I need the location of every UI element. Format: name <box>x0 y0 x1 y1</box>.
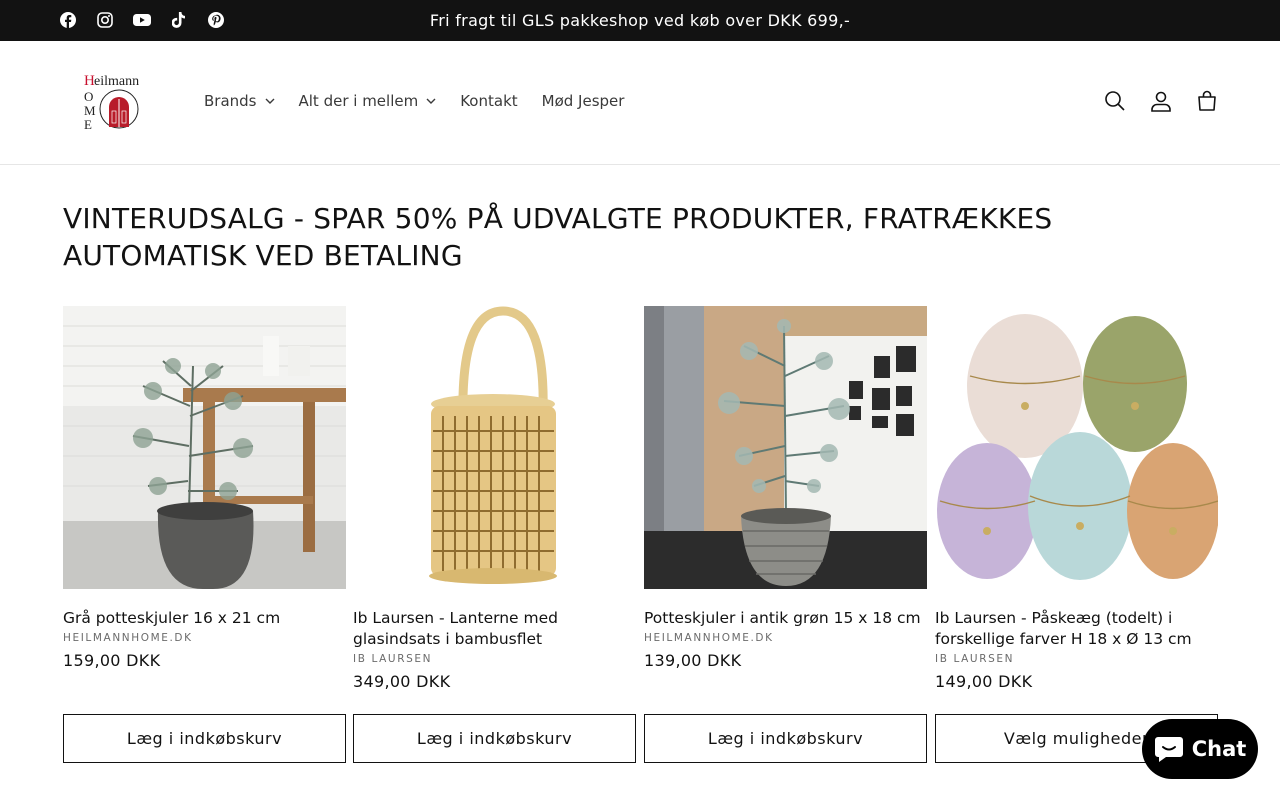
product-vendor: HEILMANNHOME.DK <box>63 632 193 644</box>
nav-item-label: Mød Jesper <box>541 92 625 110</box>
search-icon[interactable] <box>1102 88 1128 114</box>
product-title[interactable]: Potteskjuler i antik grøn 15 x 18 cm <box>644 608 927 629</box>
product-card: Grå potteskjuler 16 x 21 cm HEILMANNHOME… <box>63 306 346 670</box>
svg-text:O: O <box>84 89 93 104</box>
product-price: 149,00 DKK <box>935 672 1033 691</box>
nav-item-alt-der-i-mellem[interactable]: Alt der i mellem <box>299 92 437 110</box>
add-to-cart-button[interactable]: Læg i indkøbskurv <box>353 714 636 763</box>
cart-icon[interactable] <box>1194 88 1220 114</box>
product-price: 159,00 DKK <box>63 651 161 670</box>
product-image[interactable] <box>644 306 927 593</box>
logo[interactable]: H eilmann O M E <box>80 71 152 133</box>
product-title[interactable]: Ib Laursen - Påskeæg (todelt) i forskell… <box>935 608 1218 650</box>
account-icon[interactable] <box>1148 88 1174 114</box>
product-card: Potteskjuler i antik grøn 15 x 18 cm HEI… <box>644 306 927 670</box>
add-to-cart-button[interactable]: Læg i indkøbskurv <box>63 714 346 763</box>
nav-item-mod-jesper[interactable]: Mød Jesper <box>542 92 625 110</box>
nav-item-kontakt[interactable]: Kontakt <box>460 92 517 110</box>
svg-text:E: E <box>84 117 92 132</box>
chat-bubble-icon <box>1154 737 1183 762</box>
product-title[interactable]: Ib Laursen - Lanterne med glasindsats i … <box>353 608 636 650</box>
nav-item-label: Brands <box>204 92 257 110</box>
nav-item-label: Kontakt <box>460 92 518 110</box>
add-to-cart-button[interactable]: Læg i indkøbskurv <box>644 714 927 763</box>
announcement-text: Fri fragt til GLS pakkeshop ved køb over… <box>429 11 851 30</box>
chevron-down-icon <box>265 98 274 104</box>
product-vendor: IB LAURSEN <box>353 653 433 665</box>
header-actions <box>1102 88 1220 114</box>
product-title[interactable]: Grå potteskjuler 16 x 21 cm <box>63 608 346 629</box>
site-header: H eilmann O M E Brands Alt der i mellem … <box>0 41 1280 165</box>
product-vendor: HEILMANNHOME.DK <box>644 632 774 644</box>
product-image[interactable] <box>63 306 346 593</box>
nav-item-brands[interactable]: Brands <box>204 92 275 110</box>
product-image[interactable] <box>353 306 636 593</box>
page-title: VINTERUDSALG - SPAR 50% PÅ UDVALGTE PROD… <box>63 202 1053 272</box>
svg-text:eilmann: eilmann <box>94 74 139 89</box>
chat-button[interactable]: Chat <box>1142 719 1258 779</box>
product-card: Ib Laursen - Lanterne med glasindsats i … <box>353 306 636 691</box>
product-image[interactable] <box>935 306 1219 593</box>
chevron-down-icon <box>426 98 436 104</box>
nav-item-label: Alt der i mellem <box>298 92 419 110</box>
product-card: Ib Laursen - Påskeæg (todelt) i forskell… <box>935 306 1219 691</box>
product-price: 349,00 DKK <box>353 672 451 691</box>
chat-label: Chat <box>1191 737 1247 761</box>
announcement-bar: Fri fragt til GLS pakkeshop ved køb over… <box>0 0 1280 41</box>
product-price: 139,00 DKK <box>644 651 742 670</box>
main-nav: Brands Alt der i mellem Kontakt Mød Jesp… <box>204 92 648 110</box>
svg-text:M: M <box>84 103 96 118</box>
product-vendor: IB LAURSEN <box>935 653 1015 665</box>
